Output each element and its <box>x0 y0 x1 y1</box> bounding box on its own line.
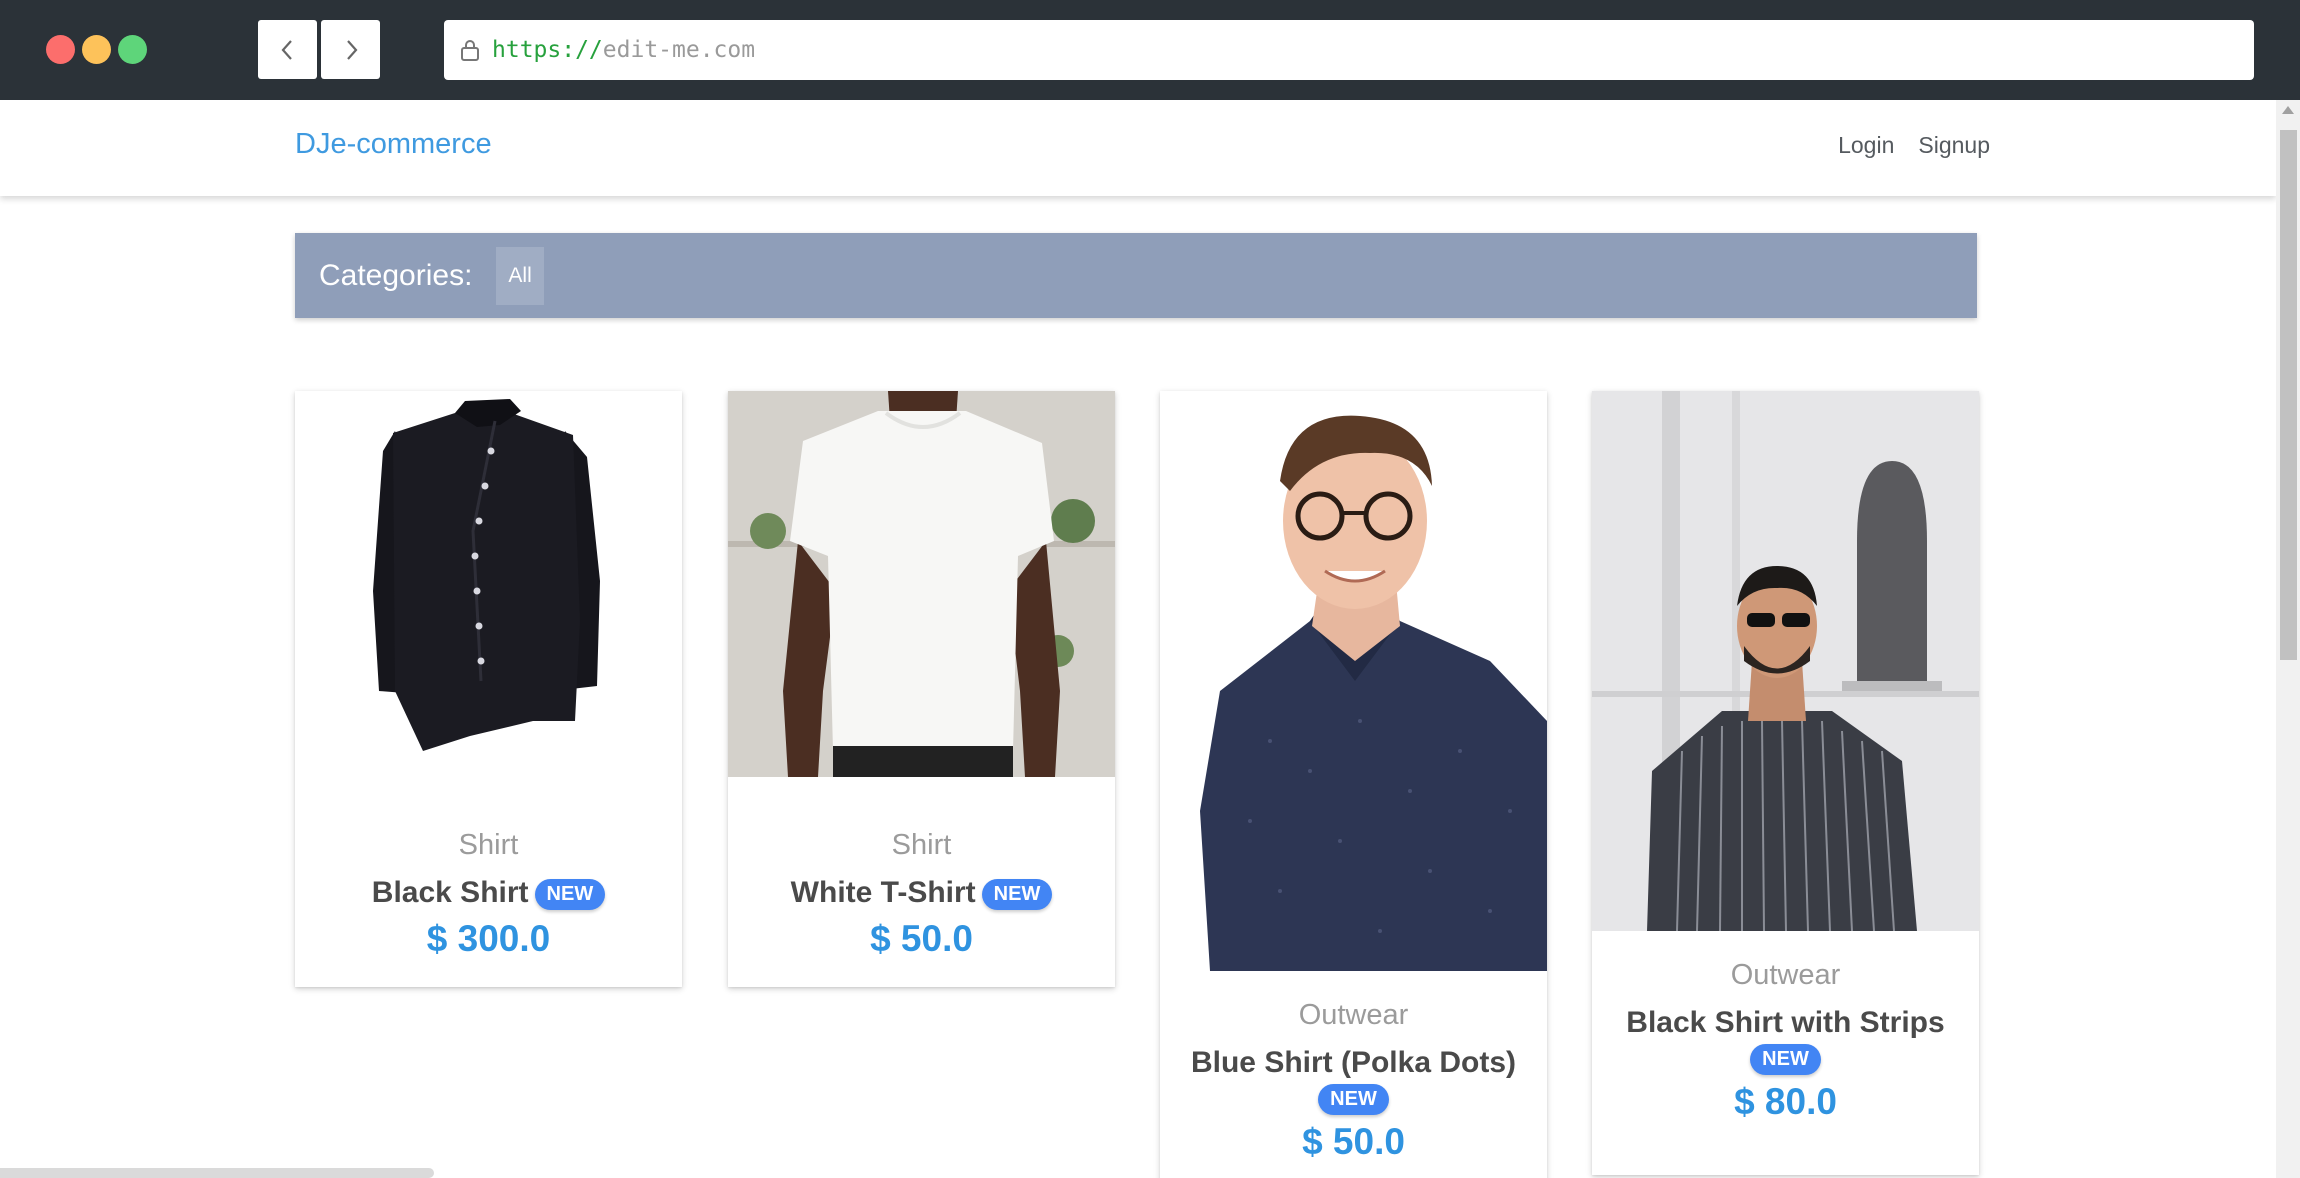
product-title[interactable]: White T-Shirt <box>791 876 976 909</box>
product-category: Shirt <box>891 829 952 861</box>
product-info: Outwear Blue Shirt (Polka Dots) NEW $ 50… <box>1160 999 1547 1163</box>
close-window-dot[interactable] <box>46 35 75 64</box>
signup-link[interactable]: Signup <box>1918 132 1990 159</box>
product-category: Outwear <box>1730 959 1841 991</box>
horizontal-scroll-thumb[interactable] <box>0 1168 434 1178</box>
product-title-row[interactable]: White T-Shirt NEW <box>728 876 1115 910</box>
product-card[interactable]: Outwear Black Shirt with Strips NEW $ 80… <box>1592 391 1979 1175</box>
maximize-window-dot[interactable] <box>118 35 147 64</box>
product-category: Shirt <box>458 829 519 861</box>
page-content: DJe-commerce Login Signup Categories: Al… <box>0 100 2276 1178</box>
auth-links: Login Signup <box>1838 132 1990 159</box>
categories-bar: Categories: All <box>295 233 1977 318</box>
categories-label: Categories: <box>319 258 473 292</box>
product-title[interactable]: Blue Shirt (Polka Dots) <box>1160 1046 1547 1080</box>
brand-logo-link[interactable]: DJe-commerce <box>295 128 492 161</box>
category-all-button[interactable]: All <box>496 246 544 305</box>
product-info: Shirt Black Shirt NEW $ 300.0 <box>295 829 682 960</box>
forward-arrow-icon <box>346 39 357 60</box>
product-card[interactable]: Shirt Black Shirt NEW $ 300.0 <box>295 391 682 987</box>
product-title-row[interactable]: Black Shirt NEW <box>295 876 682 910</box>
product-price: $ 300.0 <box>426 918 551 959</box>
new-badge: NEW <box>981 878 1053 910</box>
browser-chrome: https://edit-me.com <box>0 0 2300 100</box>
product-category: Outwear <box>1298 999 1409 1031</box>
product-card[interactable]: Outwear Blue Shirt (Polka Dots) NEW $ 50… <box>1160 391 1547 1178</box>
back-arrow-icon <box>281 39 292 60</box>
product-image[interactable] <box>1592 391 1979 931</box>
address-bar[interactable]: https://edit-me.com <box>444 20 2254 80</box>
new-badge: NEW <box>1750 1044 1821 1075</box>
scroll-up-arrow-icon[interactable] <box>2282 106 2294 114</box>
login-link[interactable]: Login <box>1838 132 1894 159</box>
back-button[interactable] <box>258 20 317 79</box>
product-image[interactable] <box>1160 391 1547 971</box>
new-badge: NEW <box>1318 1084 1389 1115</box>
product-image[interactable] <box>295 391 682 806</box>
product-image[interactable] <box>728 391 1115 777</box>
new-badge: NEW <box>534 878 606 910</box>
product-title[interactable]: Black Shirt <box>372 876 529 909</box>
product-price: $ 50.0 <box>870 918 973 959</box>
url-text[interactable]: https://edit-me.com <box>492 37 755 63</box>
product-info: Shirt White T-Shirt NEW $ 50.0 <box>728 829 1115 960</box>
minimize-window-dot[interactable] <box>82 35 111 64</box>
product-title[interactable]: Black Shirt with Strips <box>1592 1006 1979 1040</box>
product-price: $ 80.0 <box>1734 1081 1837 1122</box>
url-protocol: https:// <box>492 37 603 63</box>
vertical-scroll-thumb[interactable] <box>2280 130 2297 660</box>
url-host: edit-me.com <box>602 37 756 63</box>
lock-icon <box>458 38 482 62</box>
site-navbar: DJe-commerce Login Signup <box>0 100 2276 196</box>
vertical-scrollbar[interactable] <box>2276 100 2300 1178</box>
product-info: Outwear Black Shirt with Strips NEW $ 80… <box>1592 959 1979 1123</box>
forward-button[interactable] <box>321 20 380 79</box>
product-card[interactable]: Shirt White T-Shirt NEW $ 50.0 <box>728 391 1115 987</box>
product-price: $ 50.0 <box>1302 1121 1405 1162</box>
